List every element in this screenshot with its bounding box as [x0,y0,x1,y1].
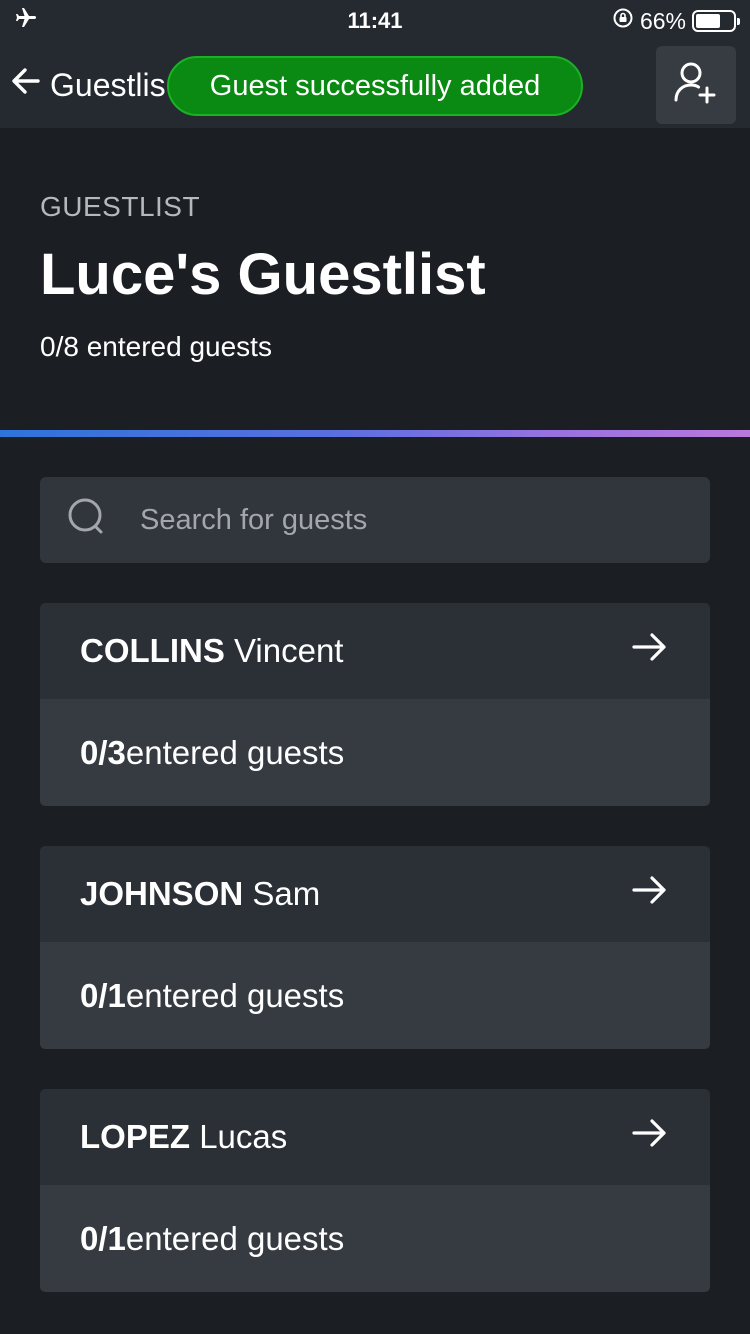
guest-surname: COLLINS [80,632,225,669]
search-icon [66,496,110,545]
guest-card-header: LOPEZ Lucas [40,1089,710,1185]
guest-card-body: 0/1 entered guests [40,942,710,1049]
guest-card-header: COLLINS Vincent [40,603,710,699]
guest-first-name: Lucas [199,1118,288,1155]
search-bar[interactable] [40,477,710,563]
success-toast: Guest successfully added [167,56,583,116]
entered-guests-summary: 0/8 entered guests [40,331,272,362]
guest-first-name: Sam [252,875,321,912]
guestlist-header: GUESTLIST Luce's Guestlist 0/8 entered g… [0,128,750,430]
guest-card[interactable]: LOPEZ Lucas 0/1 entered guests [40,1089,710,1292]
guest-entered-count: 0/3 [80,733,126,771]
status-bar: 11:41 66% [0,0,750,42]
status-right: 66% [612,7,740,35]
guest-card[interactable]: COLLINS Vincent 0/3 entered guests [40,603,710,806]
orientation-lock-icon [612,7,634,35]
guest-card-body: 0/1 entered guests [40,1185,710,1292]
guest-card[interactable]: JOHNSON Sam 0/1 entered guests [40,846,710,1049]
back-label: Guestlis [50,66,166,103]
section-eyebrow: GUESTLIST [40,191,201,222]
arrow-right-icon[interactable] [630,1113,670,1161]
guest-card-header: JOHNSON Sam [40,846,710,942]
back-button[interactable]: Guestlis [8,60,166,110]
battery-fill [696,14,720,28]
guest-name: COLLINS Vincent [80,632,343,670]
guest-entered-count: 0/1 [80,976,126,1014]
arrow-right-icon[interactable] [630,627,670,675]
back-arrow-icon [8,63,44,107]
page-title: Luce's Guestlist [40,242,486,307]
guest-entered-label: entered guests [125,733,345,771]
battery-icon [692,10,740,32]
guest-entered-count: 0/1 [80,1219,126,1257]
gradient-divider [0,430,750,437]
guest-first-name: Vincent [234,632,344,669]
guest-name: JOHNSON Sam [80,875,320,913]
guest-name: LOPEZ Lucas [80,1118,287,1156]
guest-surname: JOHNSON [80,875,244,912]
guest-entered-label: entered guests [125,1219,345,1257]
guest-entered-label: entered guests [125,976,345,1014]
add-user-icon [673,60,719,111]
arrow-right-icon[interactable] [630,870,670,918]
search-input[interactable] [140,503,660,537]
add-guest-button[interactable] [656,46,736,124]
battery-percent: 66% [639,7,686,34]
guest-card-body: 0/3 entered guests [40,699,710,806]
guest-surname: LOPEZ [80,1118,191,1155]
